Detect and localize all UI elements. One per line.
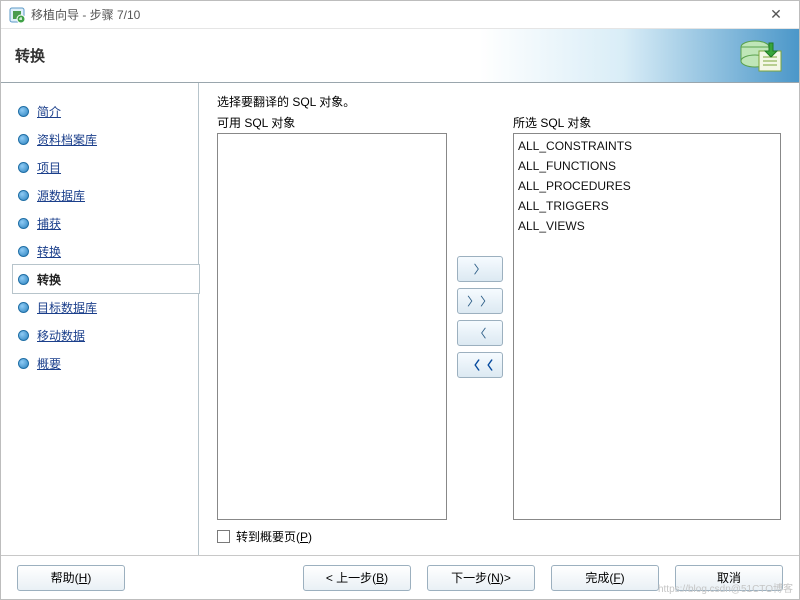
step-dot-icon: [13, 302, 33, 313]
cancel-button[interactable]: 取消: [675, 565, 783, 591]
back-button[interactable]: < 上一步(B): [303, 565, 411, 591]
instruction-text: 选择要翻译的 SQL 对象。: [217, 93, 781, 110]
step-label: 源数据库: [37, 187, 85, 204]
step-label: 目标数据库: [37, 299, 97, 316]
selected-label: 所选 SQL 对象: [513, 114, 781, 131]
step-dot-icon: [13, 358, 33, 369]
header-banner: 转换: [1, 29, 799, 83]
goto-summary-checkbox[interactable]: [217, 530, 230, 543]
help-button[interactable]: 帮助(H): [17, 565, 125, 591]
list-item[interactable]: ALL_PROCEDURES: [516, 176, 778, 196]
wizard-step-8[interactable]: 移动数据: [13, 321, 198, 349]
wizard-step-7[interactable]: 目标数据库: [13, 293, 198, 321]
step-label: 资料档案库: [37, 131, 97, 148]
transfer-button-group: 〉 〉〉 〈 〈〈: [457, 114, 503, 520]
close-icon[interactable]: ✕: [761, 6, 791, 23]
selected-listbox[interactable]: ALL_CONSTRAINTSALL_FUNCTIONSALL_PROCEDUR…: [513, 133, 781, 520]
list-item[interactable]: ALL_VIEWS: [516, 216, 778, 236]
move-all-right-button[interactable]: 〉〉: [457, 288, 503, 314]
list-item[interactable]: ALL_TRIGGERS: [516, 196, 778, 216]
step-label: 项目: [37, 159, 61, 176]
wizard-steps-sidebar: 简介资料档案库项目源数据库捕获 转换转换目标数据库移动数据概要: [1, 83, 199, 555]
list-item[interactable]: ALL_FUNCTIONS: [516, 156, 778, 176]
wizard-step-5[interactable]: 转换: [13, 237, 198, 265]
step-label: 捕获: [37, 215, 61, 232]
step-dot-icon: [13, 246, 33, 257]
step-dot-icon: [13, 190, 33, 201]
wizard-step-2[interactable]: 项目: [13, 153, 198, 181]
next-button[interactable]: 下一步(N) >: [427, 565, 535, 591]
move-all-left-button[interactable]: 〈〈: [457, 352, 503, 378]
step-dot-icon: [13, 330, 33, 341]
step-label: 简介: [37, 103, 61, 120]
goto-summary-label: 转到概要页(P): [236, 528, 312, 545]
main-panel: 选择要翻译的 SQL 对象。 可用 SQL 对象 〉 〉〉 〈 〈〈 所选 SQ…: [199, 83, 799, 555]
step-dot-icon: [13, 274, 33, 285]
window-title: 移植向导 - 步骤 7/10: [31, 6, 140, 23]
title-bar: 移植向导 - 步骤 7/10 ✕: [1, 1, 799, 29]
wizard-step-1[interactable]: 资料档案库: [13, 125, 198, 153]
banner-icon: [737, 33, 785, 82]
available-listbox[interactable]: [217, 133, 447, 520]
step-dot-icon: [13, 162, 33, 173]
page-title: 转换: [15, 45, 45, 66]
step-label: 概要: [37, 355, 61, 372]
wizard-step-0[interactable]: 简介: [13, 97, 198, 125]
goto-summary-row: 转到概要页(P): [217, 528, 781, 545]
wizard-step-4[interactable]: 捕获: [13, 209, 198, 237]
step-label: 移动数据: [37, 327, 85, 344]
list-item[interactable]: ALL_CONSTRAINTS: [516, 136, 778, 156]
step-label: 转换: [37, 271, 61, 288]
finish-button[interactable]: 完成(F): [551, 565, 659, 591]
step-dot-icon: [13, 106, 33, 117]
available-label: 可用 SQL 对象: [217, 114, 447, 131]
app-icon: [9, 7, 25, 23]
wizard-step-6: 转换: [13, 265, 199, 293]
step-label: 转换: [37, 243, 61, 260]
step-dot-icon: [13, 134, 33, 145]
step-dot-icon: [13, 218, 33, 229]
move-left-button[interactable]: 〈: [457, 320, 503, 346]
move-right-button[interactable]: 〉: [457, 256, 503, 282]
wizard-step-3[interactable]: 源数据库: [13, 181, 198, 209]
wizard-window: 移植向导 - 步骤 7/10 ✕ 转换 简介资料档案库项目源数据库捕获 转换转换…: [0, 0, 800, 600]
wizard-step-9[interactable]: 概要: [13, 349, 198, 377]
footer-button-bar: 帮助(H) < 上一步(B) 下一步(N) > 完成(F) 取消: [1, 555, 799, 599]
